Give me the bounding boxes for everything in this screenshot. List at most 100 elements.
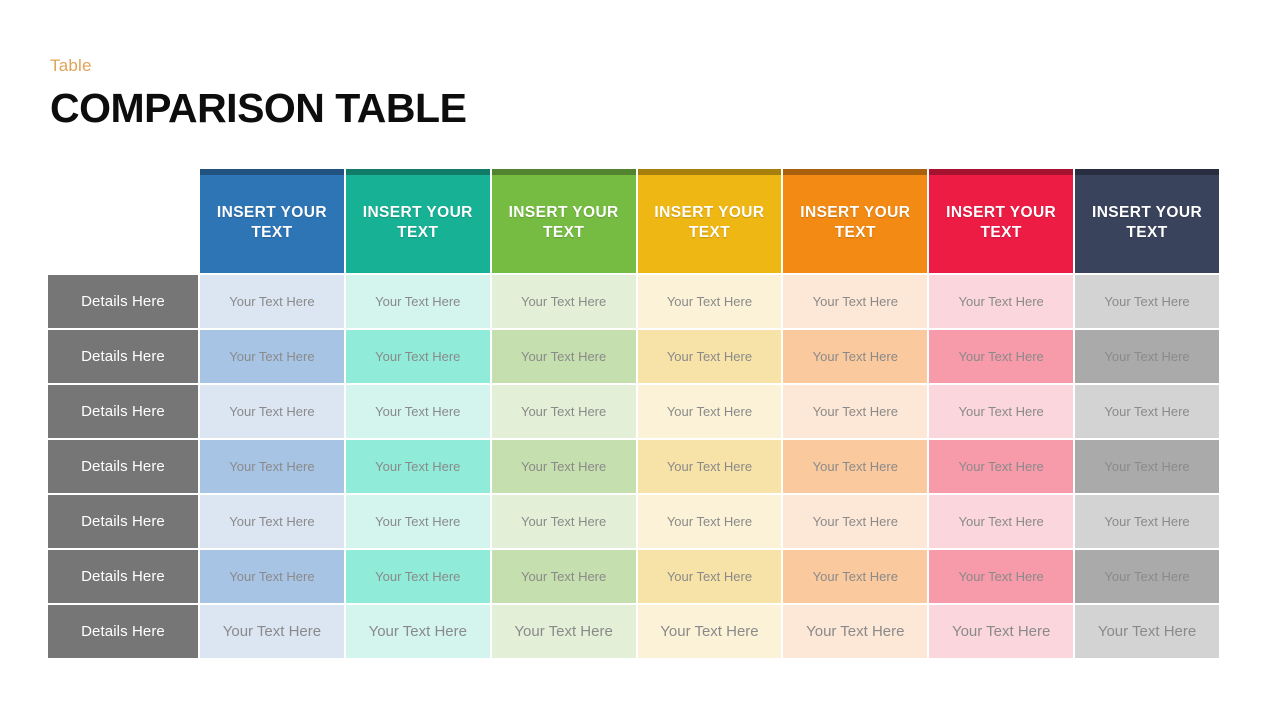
table-cell[interactable]: Your Text Here — [783, 275, 928, 328]
table-cell-text: Your Text Here — [666, 293, 753, 309]
table-cell[interactable]: Your Text Here — [1075, 495, 1219, 548]
table-cell[interactable]: Your Text Here — [491, 495, 636, 548]
row-label-cell[interactable]: Details Here — [48, 495, 198, 548]
table-cell-text: Your Text Here — [229, 293, 315, 309]
table-cell[interactable]: Your Text Here — [491, 605, 636, 658]
table-cell-text: Your Text Here — [806, 622, 905, 640]
column-header-label: INSERT YOUR TEXT — [654, 204, 765, 241]
table-cell[interactable]: Your Text Here — [200, 550, 344, 603]
table-cell[interactable]: Your Text Here — [637, 440, 782, 493]
column-header-7[interactable]: INSERT YOUR TEXT — [1075, 169, 1219, 273]
column-header-5[interactable]: INSERT YOUR TEXT — [783, 169, 928, 273]
table-cell[interactable]: Your Text Here — [783, 495, 928, 548]
table-cell-text: Your Text Here — [375, 458, 461, 474]
column-header-4[interactable]: INSERT YOUR TEXT — [637, 169, 782, 273]
table-cell[interactable]: Your Text Here — [491, 385, 636, 438]
table-cell-text: Your Text Here — [660, 622, 759, 640]
table-cell-text: Your Text Here — [666, 568, 753, 584]
table-row: Details Here Your Text Here Your Text Here… — [48, 550, 1219, 603]
table-cell[interactable]: Your Text Here — [637, 605, 782, 658]
table-cell[interactable]: Your Text Here — [783, 605, 928, 658]
table-cell[interactable]: Your Text Here — [491, 330, 636, 383]
table-row: Details Here Your Text Here Your Text Here… — [48, 605, 1219, 658]
table-cell[interactable]: Your Text Here — [929, 275, 1074, 328]
table-cell[interactable]: Your Text Here — [345, 385, 490, 438]
comparison-table: INSERT YOUR TEXT INSERT YOUR TEXT INSERT Y… — [46, 167, 1221, 660]
table-cell-text: Your Text Here — [375, 348, 461, 364]
row-label-cell[interactable]: Details Here — [48, 385, 198, 438]
table-cell-text: Your Text Here — [666, 348, 753, 364]
row-label-cell[interactable]: Details Here — [48, 330, 198, 383]
table-cell[interactable]: Your Text Here — [637, 495, 782, 548]
row-label-text: Details Here — [81, 512, 165, 530]
table-cell[interactable]: Your Text Here — [783, 440, 928, 493]
table-cell[interactable]: Your Text Here — [1075, 550, 1219, 603]
table-cell-text: Your Text Here — [812, 568, 898, 584]
table-cell-text: Your Text Here — [666, 403, 753, 419]
table-cell-text: Your Text Here — [812, 458, 898, 474]
table-cell-text: Your Text Here — [514, 622, 613, 640]
table-cell-text: Your Text Here — [375, 568, 461, 584]
table-cell-text: Your Text Here — [520, 513, 607, 529]
column-header-2[interactable]: INSERT YOUR TEXT — [345, 169, 490, 273]
table-cell[interactable]: Your Text Here — [929, 495, 1074, 548]
table-cell[interactable]: Your Text Here — [1075, 385, 1219, 438]
table-cell[interactable]: Your Text Here — [200, 440, 344, 493]
table-cell[interactable]: Your Text Here — [491, 275, 636, 328]
row-label-cell[interactable]: Details Here — [48, 605, 198, 658]
table-cell[interactable]: Your Text Here — [929, 385, 1074, 438]
row-label-cell[interactable]: Details Here — [48, 275, 198, 328]
table-cell[interactable]: Your Text Here — [929, 330, 1074, 383]
column-header-1[interactable]: INSERT YOUR TEXT — [200, 169, 344, 273]
table-cell[interactable]: Your Text Here — [929, 550, 1074, 603]
table-cell[interactable]: Your Text Here — [1075, 275, 1219, 328]
table-cell[interactable]: Your Text Here — [637, 550, 782, 603]
table-cell-text: Your Text Here — [1104, 568, 1190, 584]
table-cell-text: Your Text Here — [229, 568, 315, 584]
table-cell[interactable]: Your Text Here — [200, 330, 344, 383]
row-label-cell[interactable]: Details Here — [48, 440, 198, 493]
table-row: Details Here Your Text Here Your Text Here… — [48, 440, 1219, 493]
table-cell[interactable]: Your Text Here — [1075, 605, 1219, 658]
table-cell[interactable]: Your Text Here — [200, 385, 344, 438]
table-cell[interactable]: Your Text Here — [200, 495, 344, 548]
table-cell[interactable]: Your Text Here — [345, 330, 490, 383]
page-title: COMPARISON TABLE — [50, 85, 467, 132]
table-cell[interactable]: Your Text Here — [345, 495, 490, 548]
table-cell-text: Your Text Here — [1104, 293, 1190, 309]
table-cell[interactable]: Your Text Here — [1075, 440, 1219, 493]
table-cell[interactable]: Your Text Here — [637, 330, 782, 383]
table-cell-text: Your Text Here — [229, 458, 315, 474]
table-row: Details Here Your Text Here Your Text Here… — [48, 275, 1219, 328]
table-cell[interactable]: Your Text Here — [491, 550, 636, 603]
table-cell[interactable]: Your Text Here — [637, 385, 782, 438]
table-cell[interactable]: Your Text Here — [783, 550, 928, 603]
table-cell[interactable]: Your Text Here — [345, 605, 490, 658]
table-cell[interactable]: Your Text Here — [200, 275, 344, 328]
table-cell-text: Your Text Here — [666, 513, 753, 529]
table-cell-text: Your Text Here — [375, 293, 461, 309]
table-cell[interactable]: Your Text Here — [929, 605, 1074, 658]
table-cell-text: Your Text Here — [375, 403, 461, 419]
header-row: INSERT YOUR TEXT INSERT YOUR TEXT INSERT Y… — [48, 169, 1219, 273]
table-cell[interactable]: Your Text Here — [637, 275, 782, 328]
table-cell-text: Your Text Here — [375, 513, 461, 529]
table-cell[interactable]: Your Text Here — [1075, 330, 1219, 383]
table-cell[interactable]: Your Text Here — [783, 330, 928, 383]
table-cell[interactable]: Your Text Here — [200, 605, 344, 658]
table-cell[interactable]: Your Text Here — [929, 440, 1074, 493]
table-cell[interactable]: Your Text Here — [783, 385, 928, 438]
column-header-6[interactable]: INSERT YOUR TEXT — [929, 169, 1074, 273]
table-cell[interactable]: Your Text Here — [345, 275, 490, 328]
table-cell[interactable]: Your Text Here — [345, 440, 490, 493]
table-cell-text: Your Text Here — [666, 458, 753, 474]
column-header-label: INSERT YOUR TEXT — [800, 204, 911, 241]
row-label-text: Details Here — [81, 567, 165, 585]
table-cell-text: Your Text Here — [229, 348, 315, 364]
table-cell-text: Your Text Here — [229, 403, 315, 419]
column-header-3[interactable]: INSERT YOUR TEXT — [491, 169, 636, 273]
row-label-cell[interactable]: Details Here — [48, 550, 198, 603]
table-cell[interactable]: Your Text Here — [345, 550, 490, 603]
table-cell[interactable]: Your Text Here — [491, 440, 636, 493]
table-row: Details Here Your Text Here Your Text Here… — [48, 495, 1219, 548]
